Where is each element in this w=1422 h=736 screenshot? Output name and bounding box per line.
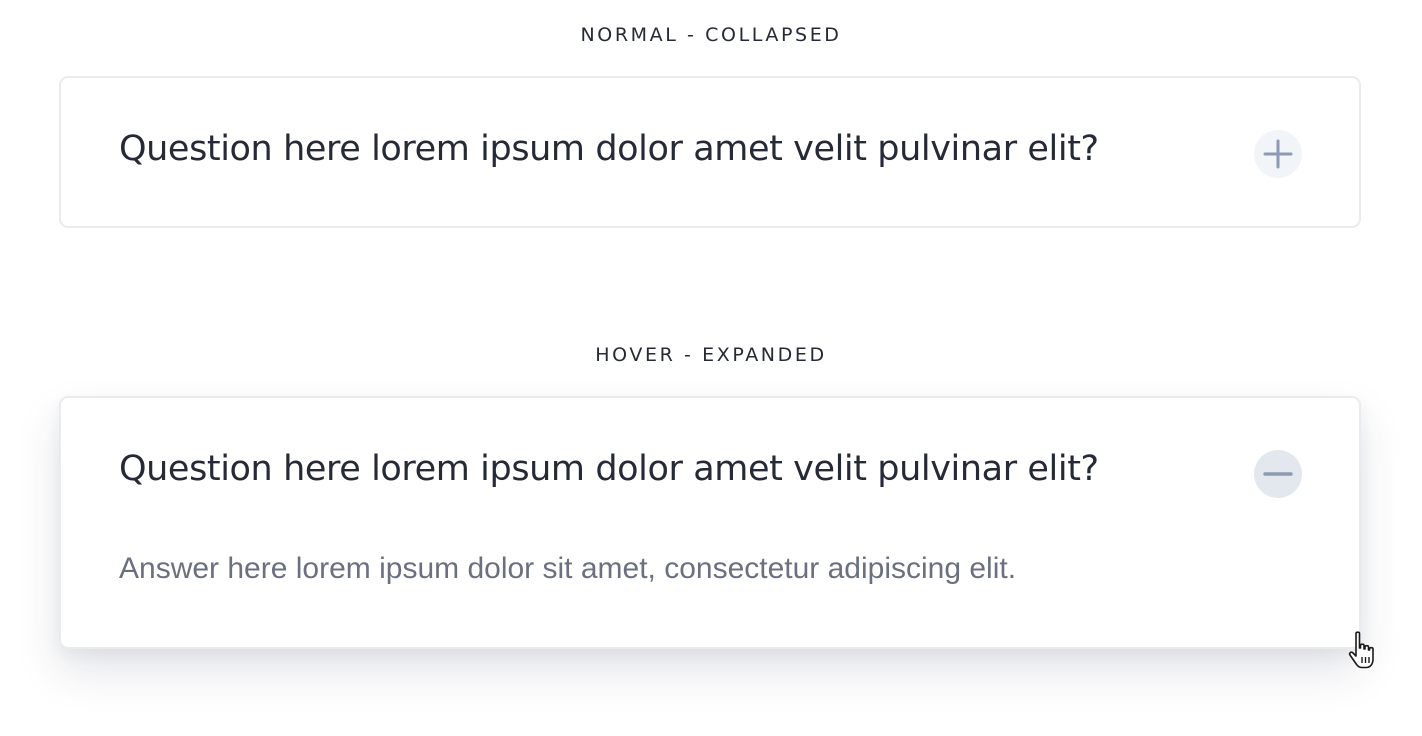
hand-pointer-icon: [1346, 630, 1382, 672]
minus-icon: [1263, 472, 1293, 476]
expand-button[interactable]: [1254, 130, 1302, 178]
faq-answer: Answer here lorem ipsum dolor sit amet, …: [119, 552, 1017, 585]
section-label-expanded: HOVER - EXPANDED: [595, 344, 827, 366]
faq-item-collapsed[interactable]: Question here lorem ipsum dolor amet vel…: [59, 76, 1361, 228]
faq-item-expanded[interactable]: Question here lorem ipsum dolor amet vel…: [59, 396, 1361, 649]
plus-icon: [1263, 139, 1293, 169]
faq-question[interactable]: Question here lorem ipsum dolor amet vel…: [119, 129, 1099, 169]
faq-question[interactable]: Question here lorem ipsum dolor amet vel…: [119, 449, 1099, 489]
collapse-button[interactable]: [1254, 450, 1302, 498]
section-label-collapsed: NORMAL - COLLAPSED: [580, 24, 842, 46]
